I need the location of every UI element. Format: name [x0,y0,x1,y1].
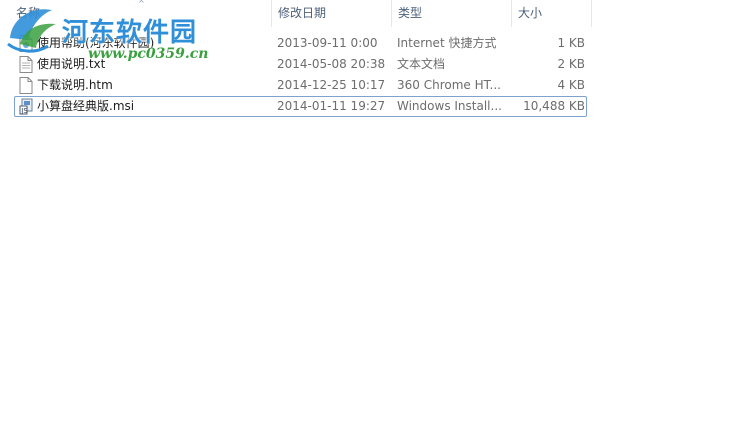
file-size: 10,488 KB [523,99,585,113]
file-name: 下载说明.htm [37,78,113,92]
file-date: 2014-01-11 19:27 [277,99,386,113]
msi-installer-icon: JS [19,98,33,115]
column-header-date-label: 修改日期 [278,6,327,20]
file-size: 4 KB [557,78,585,92]
column-header-size[interactable]: 大小 [512,0,592,27]
file-name: 使用说明.txt [37,57,106,71]
file-size: 2 KB [557,57,585,71]
file-date: 2014-12-25 10:17 [277,78,386,92]
file-date: 2013-09-11 0:00 [277,36,378,50]
column-header-name-label: 名称 [16,6,41,20]
file-row[interactable]: 下载说明.htm 2014-12-25 10:17 360 Chrome HT.… [14,75,587,96]
file-type: 文本文档 [397,57,446,71]
file-type: Windows Install... [397,99,502,113]
file-type: 360 Chrome HT... [397,78,501,92]
text-file-icon [19,56,33,73]
file-type: Internet 快捷方式 [397,36,497,50]
column-header-type[interactable]: 类型 [392,0,512,27]
file-size: 1 KB [557,36,585,50]
file-name: 使用帮助(河东软件园) [37,36,155,50]
svg-text:JS: JS [20,107,28,115]
file-row[interactable]: 使用帮助(河东软件园) 2013-09-11 0:00 Internet 快捷方… [14,33,587,54]
column-header-type-label: 类型 [398,6,423,20]
column-header-bar: 名称 ^ 修改日期 类型 大小 [0,0,733,27]
sort-ascending-icon: ^ [138,0,145,8]
file-name: 小算盘经典版.msi [37,99,135,113]
column-header-size-label: 大小 [518,6,543,20]
file-row[interactable]: 使用说明.txt 2014-05-08 20:38 文本文档 2 KB [14,54,587,75]
column-header-date[interactable]: 修改日期 [272,0,392,27]
internet-shortcut-icon [19,35,33,52]
file-row-selected[interactable]: JS 小算盘经典版.msi 2014-01-11 19:27 Windows I… [14,96,587,117]
file-date: 2014-05-08 20:38 [277,57,386,71]
htm-file-icon [19,77,33,94]
